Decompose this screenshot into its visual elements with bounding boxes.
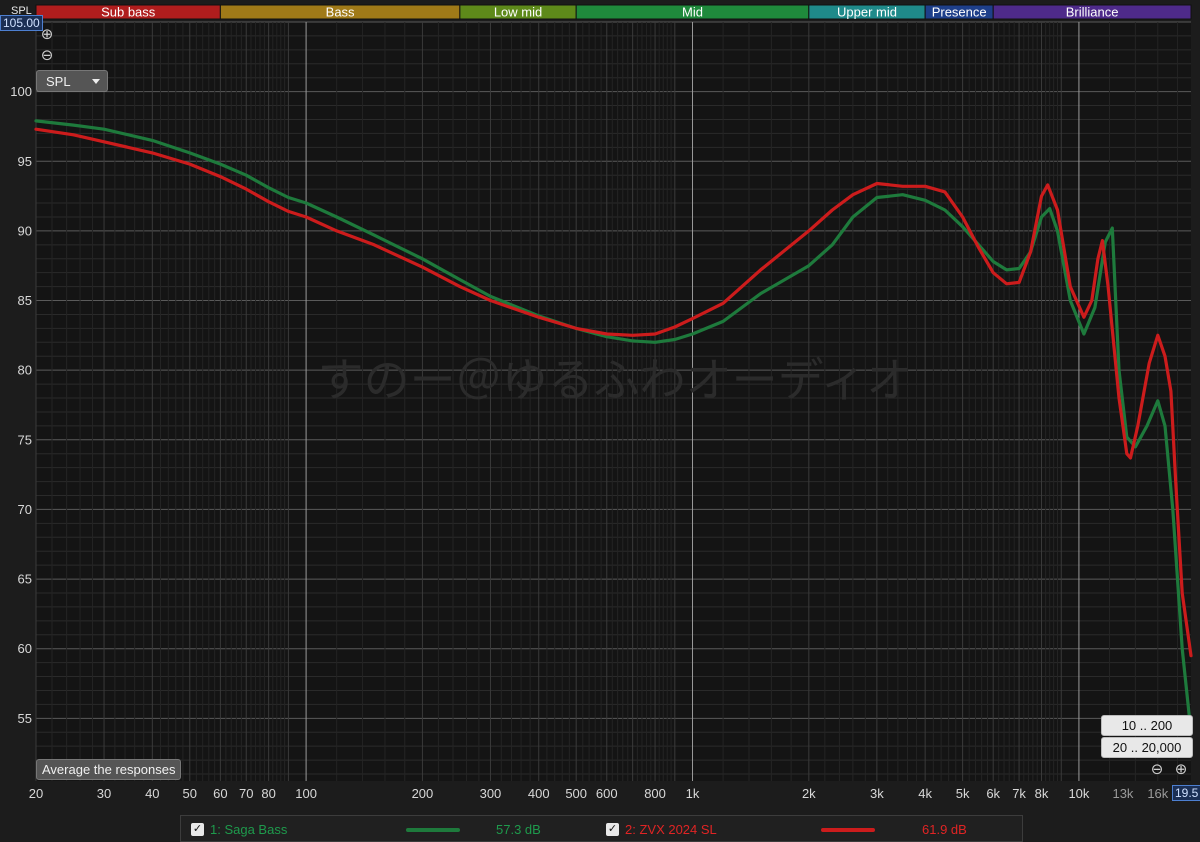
series-2-name: 2: ZVX 2024 SL [625, 822, 717, 837]
frequency-band-bar: Sub bass Bass Low mid Mid Upper mid Presence B… [35, 4, 1192, 20]
series-2-swatch [821, 828, 875, 832]
series-2-value: 61.9 dB [922, 822, 967, 837]
x-tick-label: 4k [918, 786, 932, 801]
average-responses-button[interactable]: Average the responses [36, 759, 182, 780]
band-label-0: Sub bass [101, 5, 156, 20]
zoom-out-icon[interactable]: ⊖ [39, 48, 55, 64]
series-1-swatch [406, 828, 460, 832]
chevron-down-icon [92, 79, 100, 84]
watermark-text: すのー＠ゆるふわオーディオ [318, 354, 913, 406]
band-label-2: Low mid [494, 5, 542, 20]
x-tick-label: 10k [1068, 786, 1089, 801]
zoom-in-icon[interactable]: ⊕ [39, 27, 55, 43]
x-tick-label: 800 [644, 786, 666, 801]
x-tick-label: 200 [412, 786, 434, 801]
band-label-5: Presence [932, 5, 987, 20]
y-axis-labels: 55 60 65 70 75 80 85 90 95 100 [10, 84, 32, 726]
x-tick-label: 1k [686, 786, 700, 801]
x-tick-label: 100 [295, 786, 317, 801]
x-tick-label: 16k [1147, 786, 1168, 801]
y-tick-label: 85 [18, 293, 32, 308]
series-1-name: 1: Saga Bass [210, 822, 288, 837]
frequency-response-chart[interactable]: Sub bass Bass Low mid Mid Upper mid Presence B… [0, 0, 1200, 842]
x-tick-label: 8k [1035, 786, 1049, 801]
series-1-checkbox[interactable]: ✓ [191, 823, 204, 836]
x-tick-label: 40 [145, 786, 159, 801]
x-tick-label: 7k [1012, 786, 1026, 801]
y-tick-label: 75 [18, 432, 32, 447]
series-2-checkbox[interactable]: ✓ [606, 823, 619, 836]
y-tick-label: 80 [18, 363, 32, 378]
y-tick-label: 90 [18, 223, 32, 238]
x-tick-label: 30 [97, 786, 111, 801]
x-tick-label: 600 [596, 786, 618, 801]
range-10-200-button[interactable]: 10 .. 200 [1101, 715, 1193, 736]
y-tick-label: 100 [10, 84, 32, 99]
x-tick-label: 60 [213, 786, 227, 801]
x-tick-label: 20 [29, 786, 43, 801]
x-tick-label: 500 [565, 786, 587, 801]
series-1-value: 57.3 dB [496, 822, 541, 837]
x-tick-label: 400 [528, 786, 550, 801]
band-label-3: Mid [682, 5, 703, 20]
y-tick-label: 55 [18, 711, 32, 726]
legend: ✓ 1: Saga Bass 57.3 dB ✓ 2: ZVX 2024 SL … [180, 815, 1023, 842]
x-tick-label: 70 [239, 786, 253, 801]
x-axis-labels: 20 30 40 50 60 70 80 100 200 300 400 500 600 800 1k 2k 3… [29, 786, 1169, 801]
y-max-value[interactable]: 105.00 [0, 15, 43, 31]
band-label-6: Brilliance [1066, 5, 1119, 20]
spl-select-label: SPL [46, 73, 71, 89]
zoom-out-x-icon[interactable]: ⊖ [1149, 762, 1165, 778]
x-tick-label: 2k [802, 786, 816, 801]
y-tick-label: 60 [18, 641, 32, 656]
range-20-20000-button[interactable]: 20 .. 20,000 [1101, 737, 1193, 758]
x-tick-label: 3k [870, 786, 884, 801]
band-label-4: Upper mid [837, 5, 897, 20]
x-tick-label: 6k [986, 786, 1000, 801]
x-max-value[interactable]: 19.5 [1172, 785, 1200, 801]
x-tick-label: 300 [480, 786, 502, 801]
y-tick-label: 65 [18, 572, 32, 587]
x-tick-label: 5k [956, 786, 970, 801]
spl-select[interactable]: SPL [36, 70, 108, 92]
zoom-in-x-icon[interactable]: ⊕ [1173, 762, 1189, 778]
band-label-1: Bass [326, 5, 355, 20]
y-tick-label: 70 [18, 502, 32, 517]
x-tick-label: 80 [261, 786, 275, 801]
x-tick-label: 50 [183, 786, 197, 801]
y-tick-label: 95 [18, 154, 32, 169]
x-tick-label: 13k [1112, 786, 1133, 801]
